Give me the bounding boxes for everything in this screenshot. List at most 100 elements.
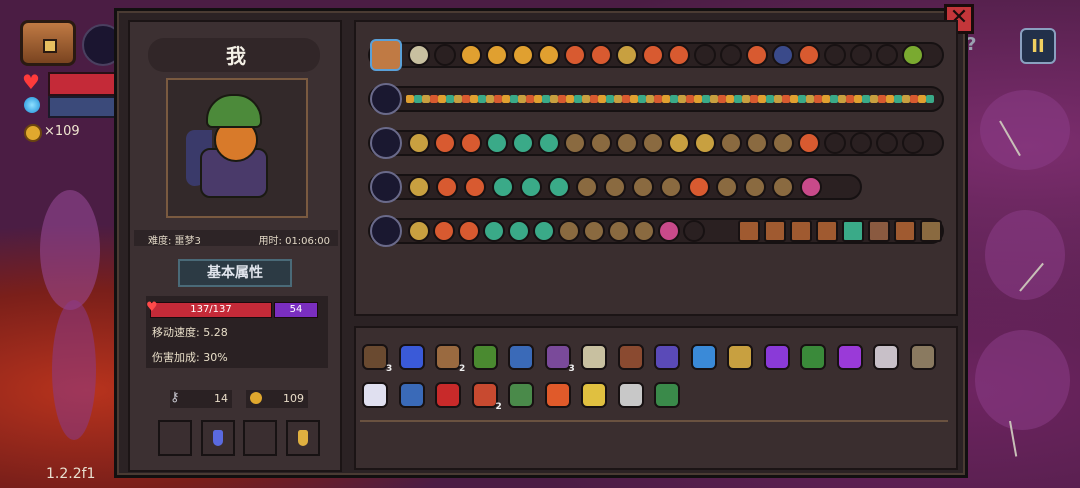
buff-chip-icon[interactable]: [434, 44, 456, 66]
buff-chip-icon[interactable]: [772, 44, 794, 66]
buff-chip-icon[interactable]: [512, 132, 534, 154]
buff-chip-icon[interactable]: [433, 220, 455, 242]
item-icon[interactable]: [836, 344, 863, 370]
buff-chip-icon[interactable]: [764, 220, 786, 242]
buff-chip-icon[interactable]: [790, 220, 812, 242]
buff-chip-icon[interactable]: [458, 220, 480, 242]
buff-chip-icon[interactable]: [683, 220, 705, 242]
buff-chip-icon[interactable]: [436, 176, 458, 198]
pause-button[interactable]: II: [1020, 28, 1056, 64]
buff-chip-icon[interactable]: [408, 132, 430, 154]
buff-chip-icon[interactable]: [538, 44, 560, 66]
item-icon[interactable]: [617, 344, 644, 370]
buff-chip-icon[interactable]: [798, 132, 820, 154]
item-icon[interactable]: [617, 382, 644, 408]
buff-chip-icon[interactable]: [486, 132, 508, 154]
buff-chip-icon[interactable]: [660, 176, 682, 198]
buff-chip-icon[interactable]: [868, 220, 890, 242]
buff-chip-icon[interactable]: [512, 44, 534, 66]
buff-chip-icon[interactable]: [633, 220, 655, 242]
item-icon[interactable]: [690, 344, 717, 370]
buff-chip-icon[interactable]: [632, 176, 654, 198]
buff-chip-icon[interactable]: [694, 44, 716, 66]
item-icon[interactable]: [654, 344, 680, 370]
buff-chip-icon[interactable]: [533, 220, 555, 242]
buff-chip-icon[interactable]: [798, 44, 820, 66]
buff-chip-icon[interactable]: [746, 132, 768, 154]
buff-chip-icon[interactable]: [850, 132, 872, 154]
item-icon[interactable]: [800, 344, 826, 370]
buff-chip-icon[interactable]: [408, 220, 430, 242]
buff-chip-icon[interactable]: [408, 44, 430, 66]
buff-chip-icon[interactable]: [583, 220, 605, 242]
buff-chip-icon[interactable]: [616, 44, 638, 66]
item-icon[interactable]: [727, 344, 753, 370]
magic-staff-icon[interactable]: [370, 127, 402, 159]
buff-chip-icon[interactable]: [876, 132, 898, 154]
item-icon[interactable]: [471, 382, 498, 408]
buff-chip-icon[interactable]: [564, 132, 586, 154]
buff-chip-icon[interactable]: [688, 176, 710, 198]
item-icon[interactable]: [435, 344, 461, 370]
buff-chip-icon[interactable]: [824, 44, 846, 66]
buff-chip-icon[interactable]: [590, 44, 612, 66]
buff-chip-icon[interactable]: [492, 176, 514, 198]
buff-chip-icon[interactable]: [590, 132, 612, 154]
buff-chip-icon[interactable]: [658, 220, 680, 242]
buff-chip-icon[interactable]: [824, 132, 846, 154]
buff-chip-icon[interactable]: [460, 132, 482, 154]
buff-chip-icon[interactable]: [902, 132, 924, 154]
buff-chip-icon[interactable]: [746, 44, 768, 66]
item-icon[interactable]: [873, 344, 899, 370]
inventory-chest-icon[interactable]: [20, 20, 76, 66]
buff-chip-icon[interactable]: [720, 44, 742, 66]
buff-chip-icon[interactable]: [816, 220, 838, 242]
buff-chip-icon[interactable]: [604, 176, 626, 198]
buff-chip-icon[interactable]: [538, 132, 560, 154]
buff-chip-icon[interactable]: [720, 132, 742, 154]
item-icon[interactable]: [435, 382, 461, 408]
buff-chip-icon[interactable]: [486, 44, 508, 66]
item-icon[interactable]: [581, 344, 607, 370]
buff-chip-icon[interactable]: [508, 220, 530, 242]
item-icon[interactable]: [508, 344, 534, 370]
buff-chip-icon[interactable]: [548, 176, 570, 198]
buff-chip-icon[interactable]: [894, 220, 916, 242]
item-icon[interactable]: [763, 344, 790, 370]
item-icon[interactable]: [909, 344, 936, 370]
buff-chip-icon[interactable]: [558, 220, 580, 242]
buff-chip-icon[interactable]: [694, 132, 716, 154]
buff-chip-icon[interactable]: [576, 176, 598, 198]
buff-chip-icon[interactable]: [772, 132, 794, 154]
buff-chip-icon[interactable]: [616, 132, 638, 154]
buff-chip-icon[interactable]: [738, 220, 760, 242]
dark-sword-icon[interactable]: [370, 215, 402, 247]
buff-chip-icon[interactable]: [800, 176, 822, 198]
potion-slot[interactable]: [158, 420, 192, 456]
item-icon[interactable]: [398, 382, 425, 408]
item-icon[interactable]: [544, 344, 571, 370]
buff-chip-icon[interactable]: [920, 220, 942, 242]
buff-chip-icon[interactable]: [642, 44, 664, 66]
buff-chip-icon[interactable]: [483, 220, 505, 242]
item-icon[interactable]: [471, 344, 498, 370]
buff-chip-icon[interactable]: [744, 176, 766, 198]
buff-chip-icon[interactable]: [408, 176, 430, 198]
buff-chip-icon[interactable]: [902, 44, 924, 66]
item-icon[interactable]: [398, 344, 425, 370]
buff-chip-icon[interactable]: [642, 132, 664, 154]
buff-chip-icon[interactable]: [668, 132, 690, 154]
item-icon[interactable]: [362, 344, 388, 370]
chest-icon[interactable]: [370, 39, 402, 71]
item-icon[interactable]: [581, 382, 607, 408]
buff-chip-icon[interactable]: [520, 176, 542, 198]
item-icon[interactable]: [508, 382, 534, 408]
buff-chip-icon[interactable]: [464, 176, 486, 198]
blue-staff-icon[interactable]: [370, 171, 402, 203]
buff-chip-icon[interactable]: [608, 220, 630, 242]
buff-chip-icon[interactable]: [434, 132, 456, 154]
buff-chip-icon[interactable]: [460, 44, 482, 66]
ice-staff-icon[interactable]: [370, 83, 402, 115]
potion-slot[interactable]: [243, 420, 277, 456]
item-icon[interactable]: [362, 382, 388, 408]
